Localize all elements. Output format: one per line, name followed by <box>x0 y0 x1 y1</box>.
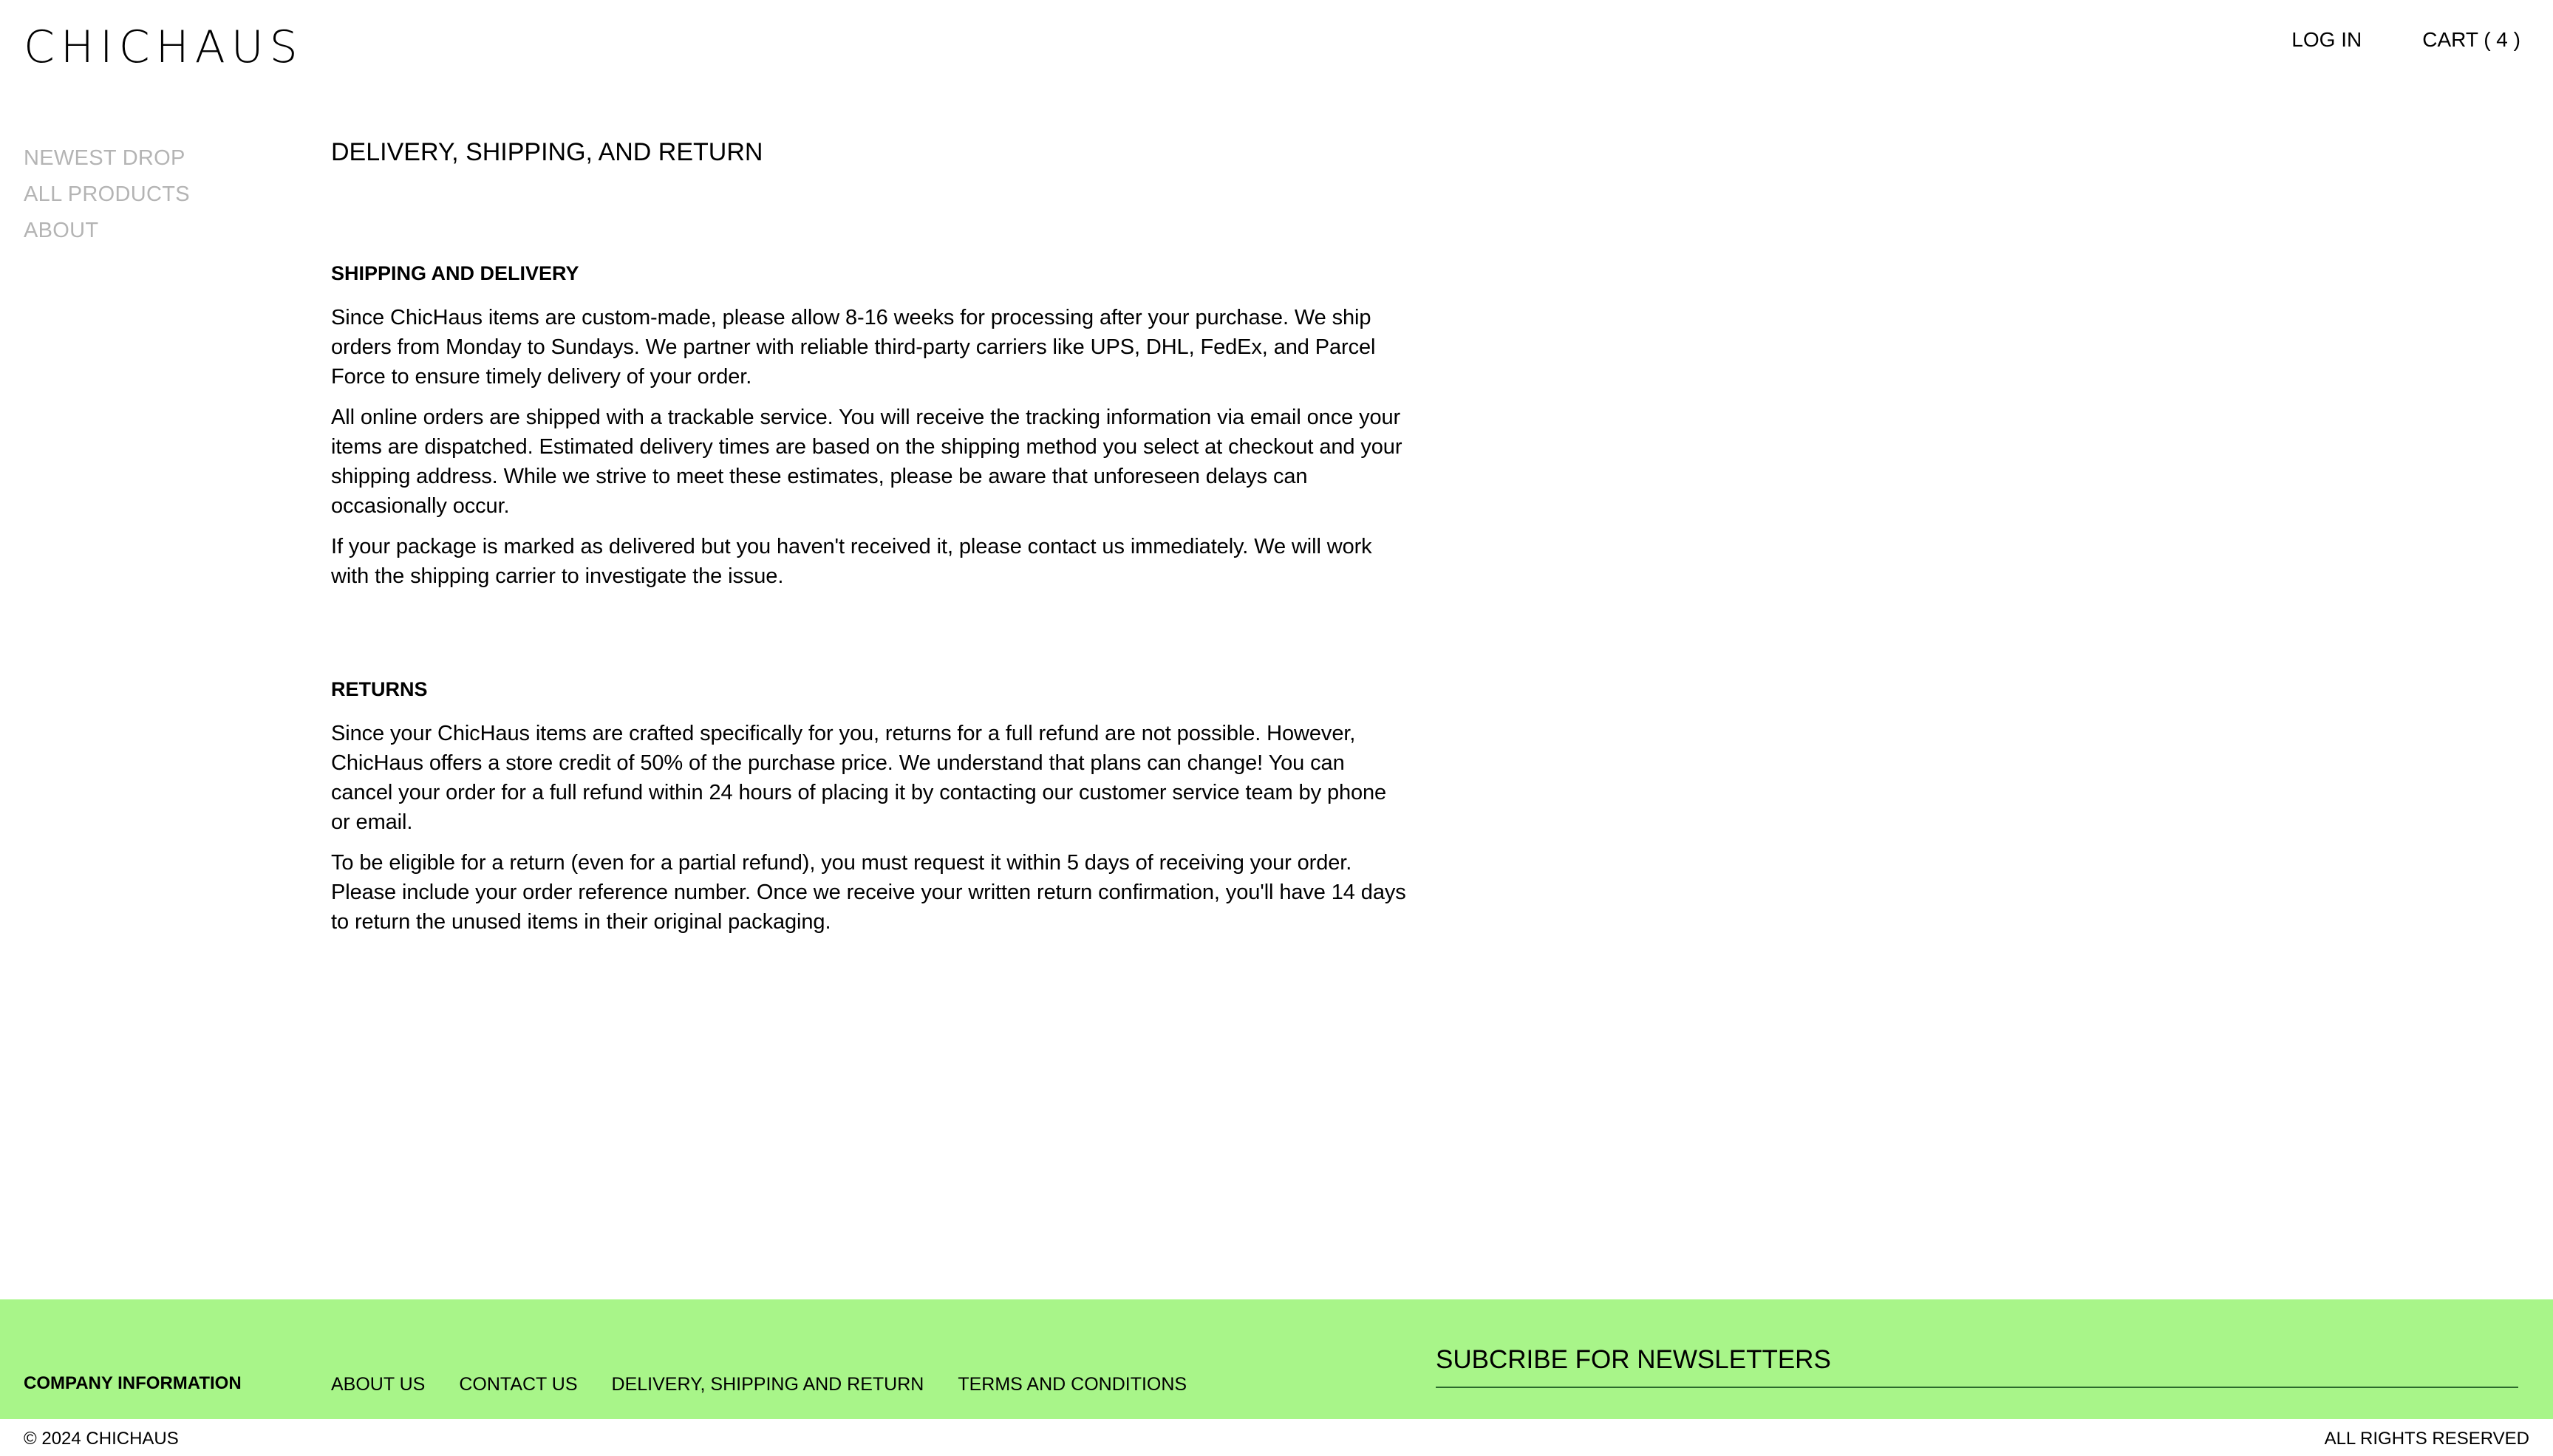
paragraph: To be eligible for a return (even for a … <box>331 851 1406 934</box>
footer-link-contact-us[interactable]: CONTACT US <box>459 1374 577 1395</box>
page-title: DELIVERY, SHIPPING, AND RETURN <box>331 138 763 166</box>
sidebar-nav: NEWEST DROP ALL PRODUCTS ABOUT <box>24 140 190 249</box>
footer-link-about-us[interactable]: ABOUT US <box>331 1374 425 1395</box>
main-content: DELIVERY, SHIPPING, AND RETURN SHIPPING … <box>331 134 1410 948</box>
logo[interactable]: CHICHAUS <box>24 25 304 69</box>
paragraph: Since ChicHaus items are custom-made, pl… <box>331 306 1376 389</box>
cart-link[interactable]: CART ( 4 ) <box>2422 28 2520 52</box>
newsletter-title: SUBCRIBE FOR NEWSLETTERS <box>1436 1345 2518 1388</box>
paragraph: All online orders are shipped with a tra… <box>331 406 1402 518</box>
footer-link-delivery[interactable]: DELIVERY, SHIPPING AND RETURN <box>612 1374 924 1395</box>
paragraph: If your package is marked as delivered b… <box>331 535 1372 588</box>
sidebar-item-newest-drop[interactable]: NEWEST DROP <box>24 140 190 177</box>
bottom-bar: © 2024 CHICHAUS ALL RIGHTS RESERVED <box>0 1419 2553 1456</box>
footer-link-terms[interactable]: TERMS AND CONDITIONS <box>958 1374 1187 1395</box>
returns-section: RETURNS Since your ChicHaus items are cr… <box>331 676 1410 937</box>
footer: COMPANY INFORMATION ABOUT US CONTACT US … <box>0 1299 2553 1419</box>
paragraph: Since your ChicHaus items are crafted sp… <box>331 722 1387 834</box>
sidebar-item-all-products[interactable]: ALL PRODUCTS <box>24 177 190 213</box>
header-nav: LOG IN CART ( 4 ) <box>2291 28 2520 52</box>
footer-links: ABOUT US CONTACT US DELIVERY, SHIPPING A… <box>331 1374 1187 1395</box>
sidebar-item-about[interactable]: ABOUT <box>24 213 190 249</box>
copyright: © 2024 CHICHAUS <box>24 1429 179 1449</box>
login-link[interactable]: LOG IN <box>2291 28 2362 52</box>
company-information-heading: COMPANY INFORMATION <box>24 1373 242 1393</box>
shipping-section: SHIPPING AND DELIVERY Since ChicHaus ite… <box>331 260 1410 591</box>
section-heading: SHIPPING AND DELIVERY <box>331 262 579 284</box>
rights-reserved: ALL RIGHTS RESERVED <box>2324 1429 2529 1449</box>
section-heading: RETURNS <box>331 678 428 700</box>
newsletter-signup[interactable]: SUBCRIBE FOR NEWSLETTERS <box>1436 1345 2518 1388</box>
